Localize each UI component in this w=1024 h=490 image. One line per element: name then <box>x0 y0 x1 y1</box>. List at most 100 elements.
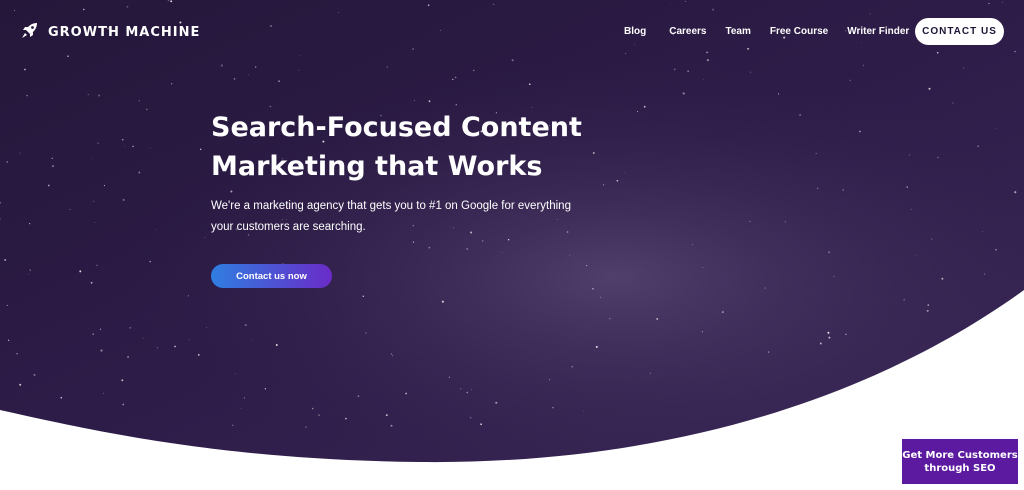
star <box>778 93 780 95</box>
star <box>405 392 407 395</box>
star <box>124 146 126 147</box>
star <box>7 339 10 341</box>
star <box>428 246 431 249</box>
star <box>460 388 462 390</box>
star <box>345 417 347 420</box>
star <box>69 208 71 210</box>
star <box>122 403 125 406</box>
star <box>52 165 54 167</box>
star <box>247 74 249 76</box>
star <box>317 414 321 417</box>
hero-subtext-line2: your customers are searching. <box>211 221 366 233</box>
star <box>390 353 393 355</box>
star <box>122 198 125 201</box>
star <box>90 281 93 284</box>
star <box>187 295 189 297</box>
star <box>859 130 861 133</box>
star <box>471 389 472 390</box>
star <box>156 347 158 349</box>
star <box>926 309 929 312</box>
star <box>692 244 694 246</box>
star <box>656 317 659 320</box>
star <box>784 221 786 223</box>
star <box>764 287 767 289</box>
star <box>311 407 314 410</box>
star <box>28 273 30 275</box>
nav-link-blog[interactable]: Blog <box>624 26 646 37</box>
star <box>19 383 22 386</box>
star <box>592 288 594 290</box>
hero-headline-line1: Search-Focused Content <box>211 112 582 143</box>
contact-us-button[interactable]: CONTACT US <box>915 18 1004 45</box>
nav-link-careers[interactable]: Careers <box>669 26 706 37</box>
star <box>849 79 851 81</box>
star <box>138 100 140 102</box>
get-more-customers-button[interactable]: Get More Customers through SEO <box>902 439 1018 484</box>
star <box>701 331 703 333</box>
star <box>99 328 101 330</box>
star <box>243 397 246 399</box>
rocket-icon <box>20 20 40 45</box>
contact-us-now-button[interactable]: Contact us now <box>211 264 332 288</box>
star <box>495 401 498 404</box>
star <box>234 373 236 375</box>
star <box>19 152 21 154</box>
star <box>240 408 242 409</box>
star <box>174 345 176 348</box>
star <box>749 220 751 222</box>
star <box>828 336 831 339</box>
star <box>33 373 36 376</box>
star <box>915 255 916 257</box>
star <box>149 260 151 263</box>
star <box>188 339 190 340</box>
star <box>702 267 704 269</box>
brand-name: GROWTH MACHINE <box>48 24 201 40</box>
star <box>230 190 233 193</box>
star <box>204 236 206 239</box>
star <box>392 355 394 357</box>
star <box>121 379 124 382</box>
star <box>799 114 801 116</box>
star <box>16 353 18 355</box>
star <box>47 184 50 187</box>
nav-link-team[interactable]: Team <box>725 26 750 37</box>
star <box>244 324 247 326</box>
star <box>150 147 151 149</box>
star <box>549 379 551 381</box>
star <box>386 66 388 68</box>
nav-link-writer-finder[interactable]: Writer Finder <box>847 26 909 37</box>
star <box>26 95 28 97</box>
hero-headline-line2: Marketing that Works <box>211 151 543 182</box>
star <box>100 349 103 352</box>
star <box>937 156 939 159</box>
star <box>122 139 124 141</box>
star <box>441 300 444 303</box>
page: GROWTH MACHINE Blog Careers Team Free Co… <box>0 0 1024 490</box>
star <box>466 391 468 394</box>
star <box>906 186 908 188</box>
brand-logo[interactable]: GROWTH MACHINE <box>20 22 200 42</box>
star <box>97 142 99 144</box>
star <box>569 254 571 256</box>
star <box>255 66 257 68</box>
star <box>583 410 585 412</box>
main-nav: Blog Careers Team Free Course Writer Fin… <box>624 26 909 37</box>
star <box>977 145 979 147</box>
nav-link-free-course[interactable]: Free Course <box>770 26 828 37</box>
star <box>362 295 365 297</box>
star <box>275 344 278 346</box>
star <box>146 108 148 111</box>
star <box>428 100 431 103</box>
star <box>91 158 92 160</box>
star <box>819 342 822 345</box>
star <box>862 64 865 67</box>
star <box>703 79 705 80</box>
star <box>232 424 234 426</box>
star <box>984 273 986 275</box>
star <box>952 102 954 104</box>
star <box>455 103 458 106</box>
star <box>385 414 388 416</box>
star <box>197 354 200 356</box>
star <box>552 406 554 409</box>
star <box>845 333 847 336</box>
